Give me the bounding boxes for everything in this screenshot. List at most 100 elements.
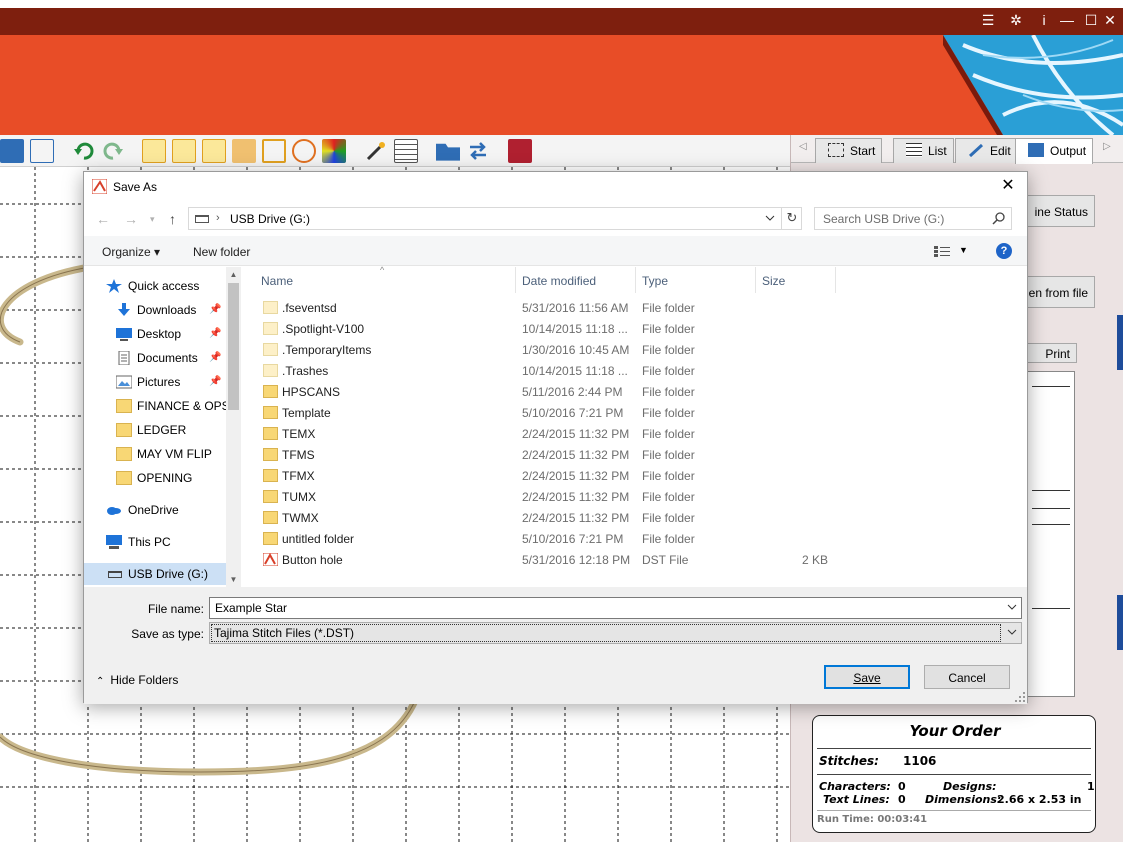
table-icon[interactable] [394,139,418,163]
one-to-one-icon[interactable] [0,139,24,163]
table-row[interactable]: .Trashes 10/14/2015 11:18 ... File folde… [253,361,853,382]
minimize-icon[interactable]: — [1058,12,1076,28]
table-row[interactable]: .fseventsd 5/31/2016 11:56 AM File folde… [253,298,853,319]
view-options-icon[interactable] [934,246,950,257]
settings-icon[interactable]: ✲ [1007,12,1025,29]
tab-edit[interactable]: Edit [955,138,1018,163]
back-icon[interactable]: ← [96,211,110,227]
save-as-type-select[interactable]: Tajima Stitch Files (*.DST) [209,622,1022,644]
table-row[interactable]: .Spotlight-V100 10/14/2015 11:18 ... Fil… [253,319,853,340]
scroll-down-icon[interactable]: ▼ [226,572,241,587]
address-bar[interactable]: › USB Drive (G:) [188,207,802,230]
table-row[interactable]: TFMS 2/24/2015 11:32 PM File folder [253,445,853,466]
table-row[interactable]: HPSCANS 5/11/2016 2:44 PM File folder [253,382,853,403]
nav-item-this-pc[interactable]: This PC [84,531,227,553]
nav-item-onedrive[interactable]: OneDrive [84,499,227,521]
table-row[interactable]: Template 5/10/2016 7:21 PM File folder [253,403,853,424]
magic-wand-icon[interactable] [364,139,388,163]
scroll-thumb[interactable] [228,283,239,410]
nav-item-usb-drive[interactable]: USB Drive (G:) [84,563,241,585]
column-header-name[interactable]: Name [261,274,293,288]
file-date: 10/14/2015 11:18 ... [522,364,628,378]
column-header-size[interactable]: Size [762,274,785,288]
search-box[interactable]: Search USB Drive (G:) [814,207,1012,230]
dialog-footer: File name: Example Star Save as type: Ta… [84,587,1027,704]
nav-item-ledger[interactable]: LEDGER [84,419,227,441]
table-row[interactable]: TEMX 2/24/2015 11:32 PM File folder [253,424,853,445]
organize-button[interactable]: Organize ▾ [102,245,160,259]
colors-icon[interactable] [322,139,346,163]
machine-status-button[interactable]: ine Status [1023,195,1095,227]
folder-icon [263,469,278,482]
new-folder-button[interactable]: New folder [193,245,250,259]
recent-locations-icon[interactable]: ▾ [150,214,155,225]
table-row[interactable]: .TemporaryItems 1/30/2016 10:45 AM File … [253,340,853,361]
print-button[interactable]: Print [1027,343,1077,363]
nav-item-finance-ops[interactable]: FINANCE & OPS [84,395,230,417]
shirt-icon[interactable] [262,139,286,163]
chevron-down-icon[interactable] [1007,602,1017,612]
dialog-titlebar[interactable]: Save As ✕ [84,172,1027,202]
file-date: 2/24/2015 11:32 PM [522,427,630,441]
nav-item-downloads[interactable]: Downloads 📌 [84,299,227,321]
menu-icon[interactable]: ☰ [979,12,997,29]
info-icon[interactable]: i [1035,12,1053,28]
table-row[interactable]: TUMX 2/24/2015 11:32 PM File folder [253,487,853,508]
column-header-date[interactable]: Date modified [522,274,596,288]
redo-icon[interactable] [101,139,125,163]
nav-scrollbar[interactable]: ▲ ▼ [226,267,241,587]
tab-scroll-right-icon[interactable]: ▷ [1103,141,1111,152]
file-type: File folder [642,343,695,357]
view-3d-icon[interactable] [172,139,196,163]
nav-item-documents[interactable]: Documents 📌 [84,347,227,369]
close-app-icon[interactable]: ✕ [1101,12,1119,29]
open-folder-icon[interactable] [436,143,460,161]
column-header-type[interactable]: Type [642,274,668,288]
chevron-down-icon[interactable] [1007,627,1017,637]
resize-grip-icon[interactable] [1015,692,1025,702]
transfer-icon[interactable] [466,139,490,163]
table-row[interactable]: untitled folder 5/10/2016 7:21 PM File f… [253,529,853,550]
search-input[interactable]: Search USB Drive (G:) [823,212,944,226]
nav-item-quick-access[interactable]: Quick access [84,275,227,297]
fit-icon[interactable] [30,139,54,163]
nav-label: USB Drive (G:) [128,567,209,581]
file-date: 2/24/2015 11:32 PM [522,511,630,525]
view-dropdown-icon[interactable]: ▼ [959,245,968,255]
scroll-up-icon[interactable]: ▲ [226,267,241,282]
table-row[interactable]: TWMX 2/24/2015 11:32 PM File folder [253,508,853,529]
nav-item-opening[interactable]: OPENING [84,467,227,489]
save-button[interactable]: Save [824,665,910,689]
maximize-icon[interactable]: ☐ [1082,12,1100,29]
designs-value: 1 [1087,780,1095,793]
help-icon[interactable]: ? [996,243,1012,259]
file-name-field[interactable]: Example Star [209,597,1022,619]
nav-item-pictures[interactable]: Pictures 📌 [84,371,227,393]
tab-list[interactable]: List [893,138,954,163]
tab-output[interactable]: Output [1015,138,1094,164]
close-icon[interactable]: ✕ [997,176,1019,198]
hoop-icon[interactable] [202,139,226,163]
table-row[interactable]: TFMX 2/24/2015 11:32 PM File folder [253,466,853,487]
measure-icon[interactable] [232,139,256,163]
forward-icon[interactable]: → [124,211,138,227]
table-row[interactable]: Button hole 5/31/2016 12:18 PM DST File … [253,550,853,571]
exit-icon[interactable] [508,139,532,163]
hide-folders-button[interactable]: ⌃ Hide Folders [96,673,178,687]
tab-scroll-left-icon[interactable]: ◁ [799,141,807,152]
chevron-down-icon[interactable] [765,213,775,223]
tab-start[interactable]: Start [815,138,883,163]
open-from-file-button[interactable]: en from file [1023,276,1095,308]
nav-item-may-vm-flip[interactable]: MAY VM FLIP [84,443,227,465]
grid-toggle-icon[interactable] [142,139,166,163]
breadcrumb[interactable]: USB Drive (G:) [230,212,310,226]
nav-item-desktop[interactable]: Desktop 📌 [84,323,227,345]
rotate-icon[interactable] [292,139,316,163]
up-icon[interactable]: ↑ [169,211,176,227]
save-as-type-value: Tajima Stitch Files (*.DST) [211,624,1001,642]
cancel-button[interactable]: Cancel [924,665,1010,689]
nav-label: Pictures [137,375,181,389]
folder-icon [116,447,132,461]
undo-icon[interactable] [72,139,96,163]
refresh-icon[interactable]: ↻ [781,207,802,230]
